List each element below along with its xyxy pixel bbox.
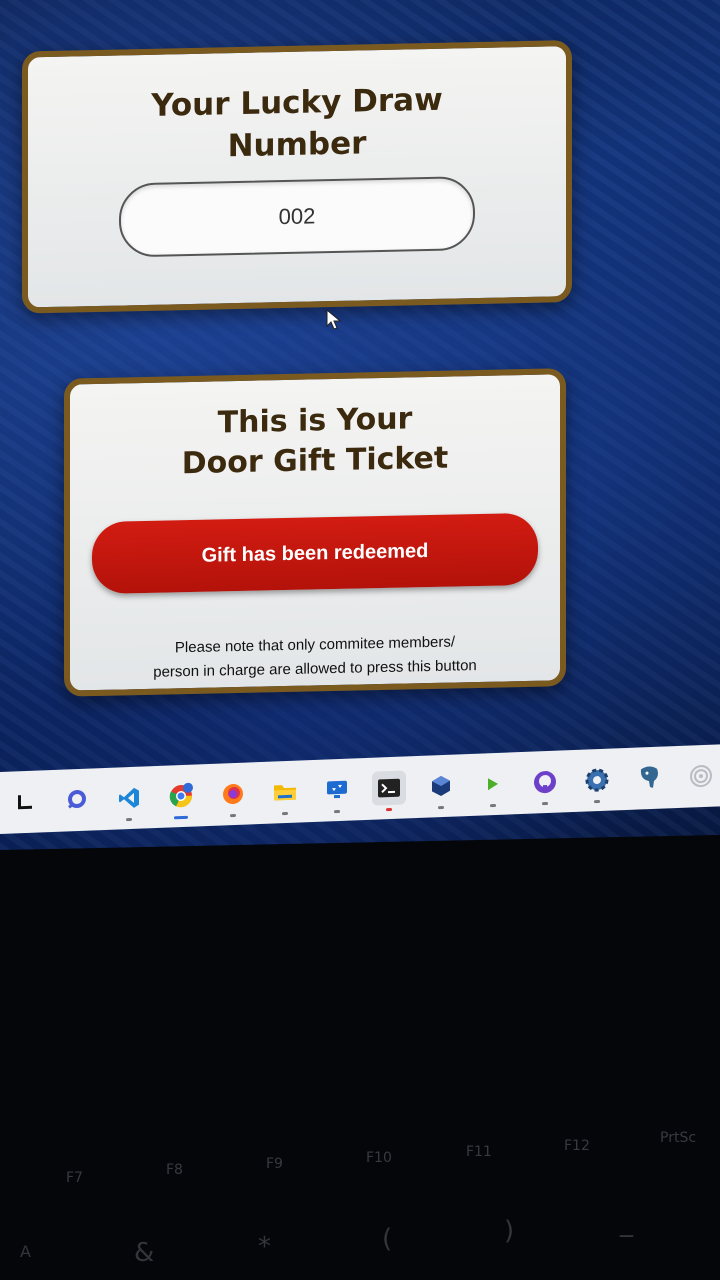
vscode-icon[interactable] (112, 780, 146, 822)
network-icon[interactable] (684, 758, 718, 793)
key-f7: F7 (66, 1170, 83, 1186)
running-indicator (126, 817, 132, 822)
virtualbox-icon[interactable] (424, 768, 458, 810)
running-indicator (334, 809, 340, 814)
key-f8: F8 (166, 1162, 183, 1178)
desktop-screen: Your Lucky Draw Number 002 This is Your … (0, 0, 720, 850)
remote-desktop-icon[interactable] (320, 772, 354, 814)
key-left-paren: ( (382, 1224, 393, 1254)
chat-icon[interactable] (60, 782, 94, 817)
terminal-icon[interactable] (372, 770, 406, 812)
postgres-icon[interactable] (632, 760, 666, 795)
running-indicator (542, 801, 548, 806)
running-indicator (282, 811, 288, 816)
lucky-draw-card: Your Lucky Draw Number 002 (22, 40, 572, 314)
key-asterisk: * (258, 1232, 271, 1262)
start-icon[interactable] (8, 784, 42, 819)
key-right-paren: ) (504, 1216, 515, 1246)
active-indicator (386, 807, 392, 812)
committee-note: Please note that only commitee members/ … (100, 629, 530, 686)
lucky-draw-number-field: 002 (119, 176, 475, 258)
key-f12: F12 (564, 1138, 590, 1154)
github-desktop-icon[interactable] (528, 764, 562, 806)
active-indicator (174, 815, 188, 820)
key-f10: F10 (366, 1150, 392, 1166)
key-f9: F9 (266, 1156, 283, 1172)
key-ampersand: & (134, 1238, 155, 1268)
gift-redeemed-button[interactable]: Gift has been redeemed (92, 512, 538, 595)
door-gift-card: This is Your Door Gift Ticket Gift has b… (64, 368, 566, 697)
key-prtsc: PrtSc (660, 1130, 697, 1146)
settings-icon[interactable] (580, 762, 614, 804)
firefox-icon[interactable] (216, 776, 250, 818)
door-gift-title: This is Your Door Gift Ticket (70, 396, 560, 486)
chrome-icon[interactable] (164, 778, 198, 820)
key-a: A (20, 1242, 31, 1261)
play-icon[interactable] (476, 766, 510, 808)
running-indicator (594, 799, 600, 804)
lucky-draw-title: Your Lucky Draw Number (28, 76, 566, 171)
key-underscore: _ (620, 1208, 633, 1238)
running-indicator (438, 805, 444, 810)
keyboard: F7 F8 F9 F10 F11 F12 PrtSc A & * ( ) _ (0, 1100, 720, 1280)
key-f11: F11 (466, 1144, 492, 1160)
running-indicator (490, 803, 496, 808)
file-explorer-icon[interactable] (268, 774, 302, 816)
running-indicator (230, 813, 236, 818)
